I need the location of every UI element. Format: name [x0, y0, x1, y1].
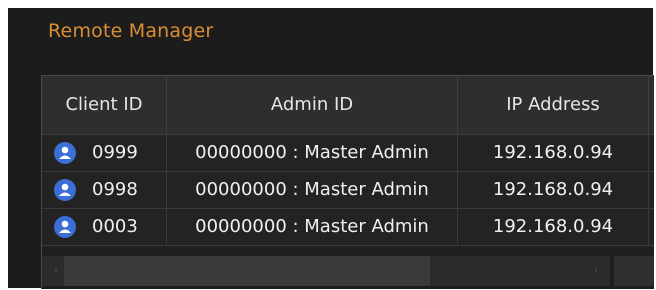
row-divider [648, 209, 649, 245]
scroll-right-arrow-icon[interactable]: › [586, 256, 606, 286]
user-icon [54, 142, 76, 164]
remote-manager-panel: Remote Manager Client ID Admin ID IP Add… [8, 8, 654, 289]
scrollbar-corner [614, 256, 654, 286]
table-row[interactable]: 0003 00000000 : Master Admin 192.168.0.9… [42, 209, 654, 246]
ip-address-cell: 192.168.0.94 [492, 142, 614, 163]
user-icon [54, 179, 76, 201]
scroll-left-arrow-icon[interactable]: ‹ [46, 256, 66, 286]
client-id-cell: 0003 [92, 216, 138, 237]
header-divider [648, 76, 649, 134]
row-divider [648, 135, 649, 171]
table-row[interactable]: 0998 00000000 : Master Admin 192.168.0.9… [42, 172, 654, 209]
table-row[interactable]: 0999 00000000 : Master Admin 192.168.0.9… [42, 135, 654, 172]
ip-address-cell: 192.168.0.94 [492, 216, 614, 237]
client-id-cell: 0998 [92, 179, 138, 200]
client-id-cell: 0999 [92, 142, 138, 163]
panel-title: Remote Manager [48, 20, 214, 42]
table-header: Client ID Admin ID IP Address [42, 76, 654, 135]
ip-address-cell: 192.168.0.94 [492, 179, 614, 200]
row-divider [648, 172, 649, 208]
admin-id-cell: 00000000 : Master Admin [195, 142, 429, 163]
clients-table: Client ID Admin ID IP Address 0999 00000… [41, 75, 654, 289]
column-header-ip-address[interactable]: IP Address [458, 76, 648, 134]
admin-id-cell: 00000000 : Master Admin [195, 216, 429, 237]
horizontal-scrollbar[interactable]: ‹ › [42, 250, 654, 289]
column-header-admin-id[interactable]: Admin ID [167, 76, 457, 134]
admin-id-cell: 00000000 : Master Admin [195, 179, 429, 200]
scrollbar-thumb[interactable] [64, 256, 430, 286]
column-header-client-id[interactable]: Client ID [42, 76, 166, 134]
user-icon [54, 216, 76, 238]
